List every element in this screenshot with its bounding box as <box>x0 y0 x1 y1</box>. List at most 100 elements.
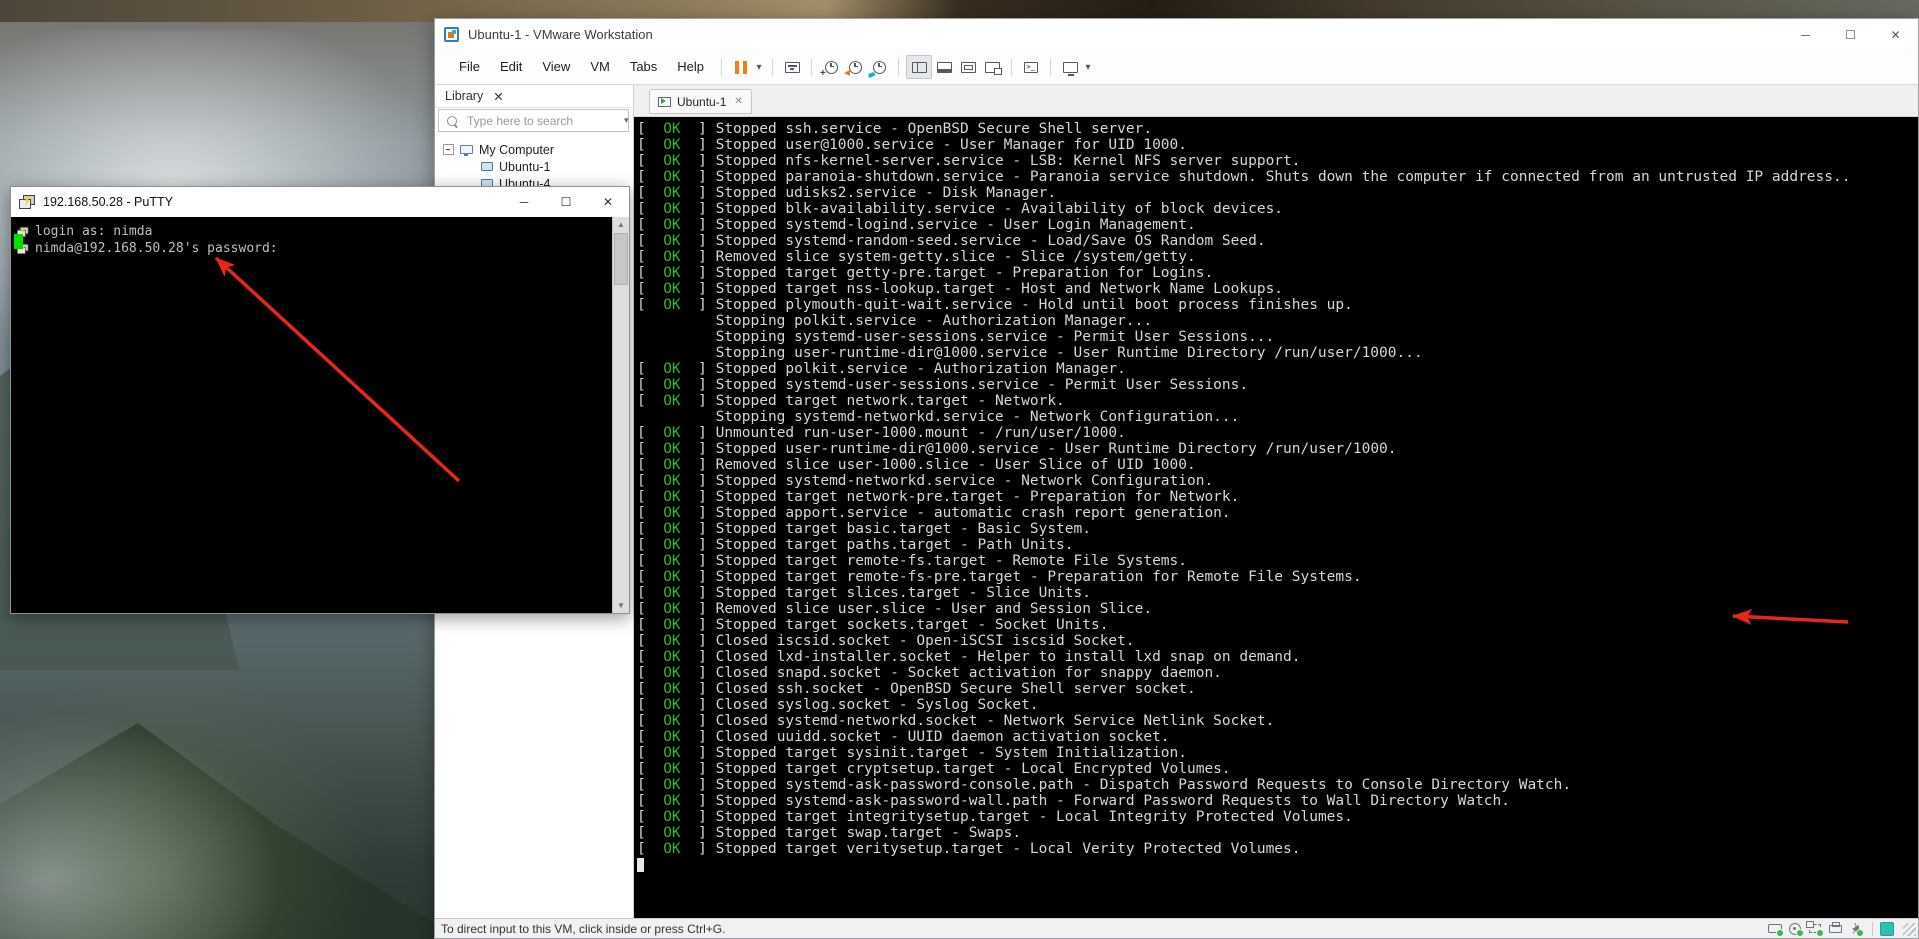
console-line: [ OK ] Stopped target nss-lookup.target … <box>637 281 1918 297</box>
manage-snapshots-icon[interactable] <box>867 56 891 78</box>
unity-toggle-icon[interactable] <box>980 56 1004 78</box>
console-line: [ OK ] Stopped apport.service - automati… <box>637 505 1918 521</box>
menu-help[interactable]: Help <box>667 59 714 74</box>
console-line: Stopping polkit.service - Authorization … <box>637 313 1918 329</box>
tree-item-my-computer[interactable]: My Computer <box>435 141 633 158</box>
tab-label: Ubuntu-1 <box>677 95 726 109</box>
menu-tabs[interactable]: Tabs <box>620 59 667 74</box>
putty-titlebar[interactable]: 192.168.50.28 - PuTTY ─ ☐ ✕ <box>11 187 629 217</box>
fullscreen-toggle-icon[interactable] <box>956 56 980 78</box>
toolbar-separator <box>772 58 773 76</box>
search-input[interactable] <box>465 113 624 129</box>
console-line: [ OK ] Stopped systemd-ask-password-wall… <box>637 793 1918 809</box>
library-search-box[interactable]: ▾ <box>438 109 629 132</box>
maximize-button[interactable]: ☐ <box>1828 19 1873 50</box>
console-line: [ OK ] Stopped systemd-random-seed.servi… <box>637 233 1918 249</box>
console-line: [ OK ] Stopped polkit.service - Authoriz… <box>637 361 1918 377</box>
cd-rom-icon[interactable] <box>1785 921 1805 937</box>
scroll-down-icon[interactable]: ▼ <box>613 601 629 610</box>
putty-terminal-line: login as: nimda <box>17 223 629 240</box>
console-cursor <box>637 858 644 872</box>
sound-icon[interactable] <box>1845 921 1865 937</box>
take-snapshot-icon[interactable] <box>819 56 843 78</box>
tree-item-ubuntu-1[interactable]: Ubuntu-1 <box>435 158 633 175</box>
console-line: [ OK ] Closed syslog.socket - Syslog Soc… <box>637 697 1918 713</box>
vmware-window: Ubuntu-1 - VMware Workstation ─ ☐ ✕ File… <box>434 18 1919 939</box>
tab-ubuntu-1[interactable]: Ubuntu-1 ✕ <box>649 89 752 114</box>
vm-console[interactable]: [ OK ] Stopped ssh.service - OpenBSD Sec… <box>634 117 1918 918</box>
display-settings-icon[interactable] <box>1058 56 1082 78</box>
scroll-up-icon[interactable]: ▲ <box>613 220 629 229</box>
console-line: [ OK ] Stopped systemd-networkd.service … <box>637 473 1918 489</box>
console-line: Stopping systemd-networkd.service - Netw… <box>637 409 1918 425</box>
statusbar-separator <box>1872 922 1873 936</box>
console-line: [ OK ] Stopped target getty-pre.target -… <box>637 265 1918 281</box>
console-view-icon[interactable] <box>1019 56 1043 78</box>
console-line: [ OK ] Stopped target integritysetup.tar… <box>637 809 1918 825</box>
tab-close-icon[interactable]: ✕ <box>734 96 742 107</box>
console-line: [ OK ] Unmounted run-user-1000.mount - /… <box>637 425 1918 441</box>
console-line: [ OK ] Stopped target remote-fs-pre.targ… <box>637 569 1918 585</box>
menu-file[interactable]: File <box>449 59 490 74</box>
resize-grip[interactable] <box>1903 923 1916 936</box>
console-line: [ OK ] Stopped target remote-fs.target -… <box>637 553 1918 569</box>
console-line: [ OK ] Stopped plymouth-quit-wait.servic… <box>637 297 1918 313</box>
putty-window: 192.168.50.28 - PuTTY ─ ☐ ✕ login as: ni… <box>10 186 630 614</box>
console-line: [ OK ] Stopped blk-availability.service … <box>637 201 1918 217</box>
console-line: [ OK ] Stopped target network.target - N… <box>637 393 1918 409</box>
library-header: Library ✕ <box>435 85 633 108</box>
scrollbar-thumb[interactable] <box>614 233 628 285</box>
console-cursor-line <box>637 857 1918 873</box>
console-line: [ OK ] Stopped user-runtime-dir@1000.ser… <box>637 441 1918 457</box>
console-line: [ OK ] Stopped user@1000.service - User … <box>637 137 1918 153</box>
dropdown-caret-icon[interactable]: ▾ <box>753 62 765 73</box>
putty-close-button[interactable]: ✕ <box>587 187 629 217</box>
console-line: [ OK ] Closed snapd.socket - Socket acti… <box>637 665 1918 681</box>
message-log-icon[interactable] <box>1880 922 1894 936</box>
menu-view[interactable]: View <box>532 59 580 74</box>
console-line: Stopping user-runtime-dir@1000.service -… <box>637 345 1918 361</box>
search-dropdown-caret-icon[interactable]: ▾ <box>624 115 629 126</box>
console-line: [ OK ] Stopped target basic.target - Bas… <box>637 521 1918 537</box>
printer-icon[interactable] <box>1825 921 1845 937</box>
toolbar-separator <box>1011 58 1012 76</box>
vmware-menubar: FileEditViewVMTabsHelp ▾ ▾ <box>435 50 1918 85</box>
console-line: [ OK ] Stopped target veritysetup.target… <box>637 841 1918 857</box>
minimize-button[interactable]: ─ <box>1783 19 1828 50</box>
vmware-titlebar[interactable]: Ubuntu-1 - VMware Workstation ─ ☐ ✕ <box>435 19 1918 50</box>
console-line: [ OK ] Removed slice user-1000.slice - U… <box>637 457 1918 473</box>
toolbar-separator <box>811 58 812 76</box>
menu-vm[interactable]: VM <box>580 59 620 74</box>
putty-terminal[interactable]: login as: nimdanimda@192.168.50.28's pas… <box>11 217 629 613</box>
send-ctrl-alt-del-icon[interactable] <box>780 56 804 78</box>
pause-button-icon[interactable] <box>729 56 753 78</box>
console-line: [ OK ] Stopped target cryptsetup.target … <box>637 761 1918 777</box>
revert-snapshot-icon[interactable] <box>843 56 867 78</box>
putty-maximize-button[interactable]: ☐ <box>545 187 587 217</box>
putty-scrollbar[interactable]: ▲ ▼ <box>612 217 629 613</box>
close-button[interactable]: ✕ <box>1873 19 1918 50</box>
putty-terminal-line: nimda@192.168.50.28's password: <box>17 240 629 257</box>
console-line: Stopping systemd-user-sessions.service -… <box>637 329 1918 345</box>
console-line: [ OK ] Stopped systemd-logind.service - … <box>637 217 1918 233</box>
thumbnail-bar-toggle-icon[interactable] <box>932 56 956 78</box>
library-close-icon[interactable]: ✕ <box>493 89 503 104</box>
tree-expander-icon[interactable] <box>443 144 454 155</box>
console-line: [ OK ] Closed uuidd.socket - UUID daemon… <box>637 729 1918 745</box>
console-line: [ OK ] Stopped target slices.target - Sl… <box>637 585 1918 601</box>
statusbar-hint: To direct input to this VM, click inside… <box>441 922 725 936</box>
library-panel-toggle-icon[interactable] <box>906 55 932 79</box>
console-line: [ OK ] Stopped target swap.target - Swap… <box>637 825 1918 841</box>
library-title: Library <box>445 89 483 103</box>
putty-minimize-button[interactable]: ─ <box>503 187 545 217</box>
console-line: [ OK ] Stopped target sysinit.target - S… <box>637 745 1918 761</box>
console-line: [ OK ] Stopped systemd-ask-password-cons… <box>637 777 1918 793</box>
menu-edit[interactable]: Edit <box>490 59 532 74</box>
vm-running-icon <box>658 97 671 107</box>
console-line: [ OK ] Stopped systemd-user-sessions.ser… <box>637 377 1918 393</box>
hard-disk-icon[interactable] <box>1765 921 1785 937</box>
console-line: [ OK ] Stopped udisks2.service - Disk Ma… <box>637 185 1918 201</box>
console-line: [ OK ] Stopped nfs-kernel-server.service… <box>637 153 1918 169</box>
dropdown-caret-icon[interactable]: ▾ <box>1082 62 1094 73</box>
network-adapter-icon[interactable] <box>1805 921 1825 937</box>
